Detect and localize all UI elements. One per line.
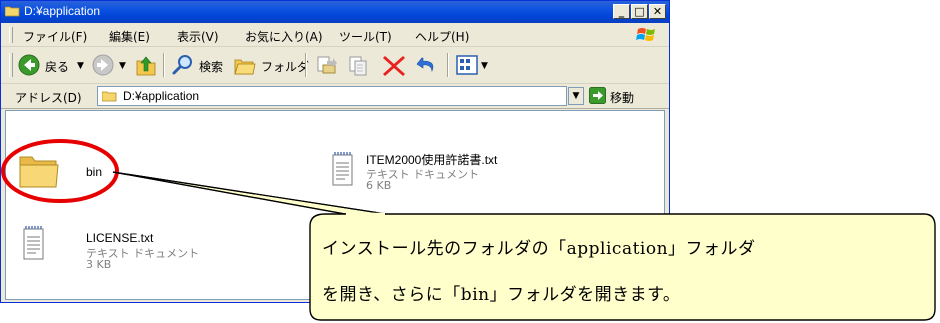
- back-arrow-icon[interactable]: [17, 53, 41, 77]
- search-icon[interactable]: [171, 53, 195, 77]
- windows-logo-icon: [636, 28, 655, 41]
- menu-favorites[interactable]: お気に入り(A): [245, 28, 323, 45]
- search-button-label[interactable]: 検索: [199, 58, 223, 75]
- undo-icon[interactable]: [415, 53, 439, 77]
- menu-tools[interactable]: ツール(T): [339, 28, 392, 45]
- go-arrow-icon[interactable]: [589, 87, 606, 104]
- back-button-label[interactable]: 戻る: [45, 58, 69, 75]
- folders-button-label[interactable]: フォルダ: [261, 58, 309, 75]
- menu-view[interactable]: 表示(V): [177, 28, 219, 45]
- views-icon[interactable]: [455, 53, 479, 77]
- menu-bar: ファイル(F) 編集(E) 表示(V) お気に入り(A) ツール(T) ヘルプ(…: [1, 24, 669, 47]
- folder-icon: [102, 91, 117, 102]
- address-input[interactable]: D:¥application: [97, 86, 567, 106]
- text-document-icon: [332, 152, 353, 186]
- callout-line-2: を開き、さらに「bin」フォルダを開きます。: [322, 285, 681, 305]
- views-dropdown-icon[interactable]: ▼: [481, 61, 488, 71]
- toolbar-separator: [163, 53, 165, 77]
- file-size: 6 KB: [366, 179, 392, 192]
- text-document-icon: [23, 226, 44, 260]
- file-name[interactable]: bin: [86, 165, 102, 179]
- callout-line-1: インストール先のフォルダの「application」フォルダ: [322, 239, 756, 259]
- menu-help[interactable]: ヘルプ(H): [415, 28, 469, 45]
- file-list: bin ITEM2000使用許諾書.txt テキスト ドキュメント 6 KB L…: [5, 110, 665, 300]
- toolbar-separator: [305, 53, 307, 77]
- delete-icon[interactable]: [381, 53, 407, 77]
- address-bar: アドレス(D) D:¥application ▼ 移動: [1, 84, 669, 109]
- address-value[interactable]: D:¥application: [123, 89, 199, 103]
- title-bar[interactable]: D:¥application _ □ ✕: [1, 1, 669, 23]
- close-button[interactable]: ✕: [649, 4, 666, 19]
- move-to-icon[interactable]: [315, 53, 339, 77]
- maximize-button[interactable]: □: [631, 4, 648, 19]
- menu-grip[interactable]: [9, 27, 13, 43]
- menu-file[interactable]: ファイル(F): [23, 28, 87, 45]
- folder-icon: [19, 156, 59, 188]
- forward-dropdown-icon[interactable]: ▼: [119, 61, 126, 71]
- window-title: D:¥application: [24, 4, 101, 18]
- folder-icon: [5, 6, 20, 17]
- file-size: 3 KB: [86, 258, 112, 271]
- address-dropdown-button[interactable]: ▼: [568, 87, 584, 105]
- menu-edit[interactable]: 編集(E): [109, 28, 150, 45]
- forward-arrow-icon[interactable]: [91, 53, 115, 77]
- toolbar-separator: [447, 53, 449, 77]
- minimize-button[interactable]: _: [613, 4, 630, 19]
- standard-toolbar: 戻る ▼ ▼ 検索 フォルダ ▼: [1, 47, 669, 84]
- up-folder-icon[interactable]: [135, 53, 157, 77]
- copy-to-icon[interactable]: [347, 53, 371, 77]
- go-button-label[interactable]: 移動: [610, 89, 634, 106]
- file-name[interactable]: LICENSE.txt: [86, 231, 153, 245]
- toolbar-grip[interactable]: [9, 53, 13, 77]
- back-dropdown-icon[interactable]: ▼: [77, 61, 84, 71]
- folders-icon[interactable]: [233, 53, 257, 77]
- address-label: アドレス(D): [15, 91, 82, 105]
